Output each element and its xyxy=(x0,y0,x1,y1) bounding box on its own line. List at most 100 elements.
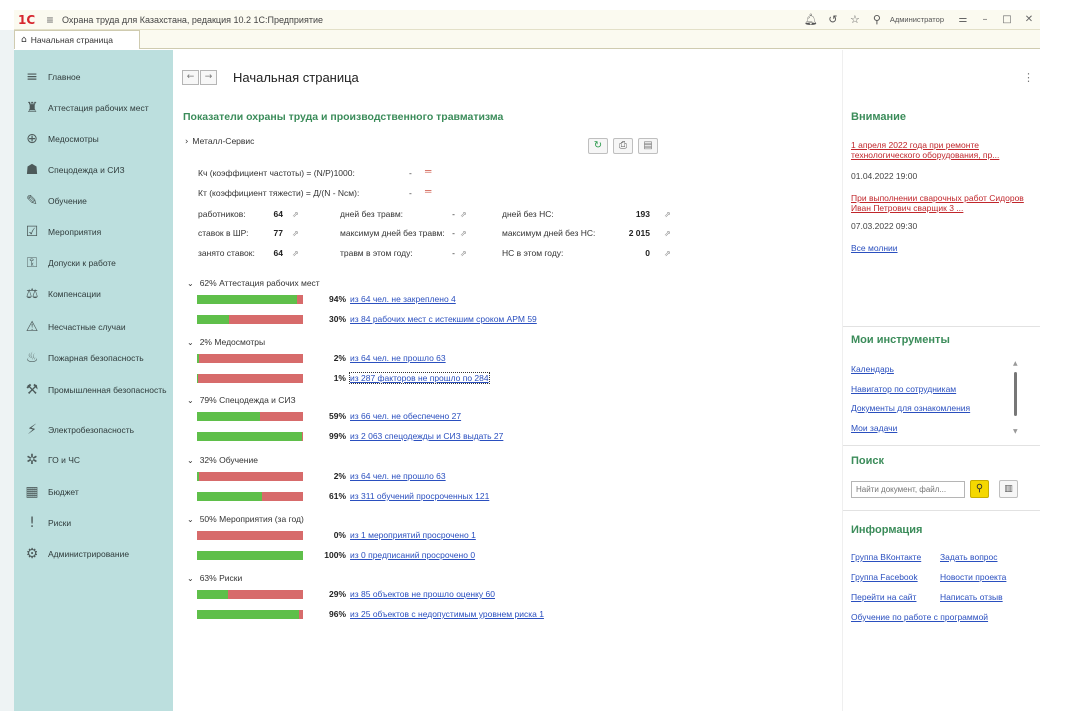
link-icon[interactable]: ⇗ xyxy=(664,210,671,219)
sidebar-item[interactable]: ✎ Обучение xyxy=(14,186,173,216)
indicator-link[interactable]: из 84 рабочих мест с истекшим сроком АРМ… xyxy=(350,314,537,324)
indicator-link[interactable]: из 85 объектов не прошло оценку 60 xyxy=(350,589,495,599)
info-link-training[interactable]: Обучение по работе с программой xyxy=(851,612,988,622)
window-title: Охрана труда для Казахстана, редакция 10… xyxy=(62,14,323,25)
info-link-review[interactable]: Написать отзыв xyxy=(940,592,1003,602)
search-input[interactable] xyxy=(851,481,965,498)
group-header[interactable]: ⌄ 79% Спецодежда и СИЗ xyxy=(187,395,296,405)
link-icon[interactable]: ⇗ xyxy=(292,249,299,258)
barcode-button[interactable]: ▥ xyxy=(999,480,1018,498)
link-icon[interactable]: ⇗ xyxy=(292,210,299,219)
chevron-right-icon: › xyxy=(185,137,189,147)
alert-link[interactable]: 1 апреля 2022 года при ремонте технологи… xyxy=(851,140,1031,160)
sidebar-item[interactable]: ✲ ГО и ЧС xyxy=(14,445,173,475)
scroll-up-icon[interactable]: ▲ xyxy=(1013,360,1018,367)
indicator-link[interactable]: из 2 063 спецодежды и СИЗ выдать 27 xyxy=(350,431,503,441)
info-link-ask[interactable]: Задать вопрос xyxy=(940,552,998,562)
progress-bar xyxy=(197,374,303,383)
link-icon[interactable]: ⇗ xyxy=(292,229,299,238)
scroll-thumb[interactable] xyxy=(1014,372,1017,416)
link-icon[interactable]: ⇗ xyxy=(460,210,467,219)
tool-link-tasks[interactable]: Мои задачи xyxy=(851,423,897,433)
worker-icon: ♜ xyxy=(25,100,39,116)
group-header[interactable]: ⌄ 63% Риски xyxy=(187,573,242,583)
section-separator xyxy=(843,510,1040,511)
stat-label: максимум дней без НС: xyxy=(502,228,596,238)
all-alerts-link[interactable]: Все молнии xyxy=(851,243,898,253)
chevron-down-icon: ⌄ xyxy=(187,515,194,524)
indicator-link[interactable]: из 66 чел. не обеспечено 27 xyxy=(350,411,461,421)
tools-scrollbar[interactable]: ▲ ▼ xyxy=(1013,360,1019,436)
progress-fill xyxy=(197,590,228,599)
scroll-down-icon[interactable]: ▼ xyxy=(1013,428,1018,435)
indicator-link[interactable]: из 287 факторов не прошло по 284 xyxy=(349,372,490,384)
chevron-down-icon: ⌄ xyxy=(187,279,194,288)
sidebar-item[interactable]: ⚠ Несчастные случаи xyxy=(14,312,173,342)
indicator-link[interactable]: из 311 обучений просроченных 121 xyxy=(350,491,489,501)
sidebar-item[interactable]: ≡ Главное xyxy=(14,62,173,92)
group-header[interactable]: ⌄ 62% Аттестация рабочих мест xyxy=(187,278,320,288)
indicator-link[interactable]: из 0 предписаний просрочено 0 xyxy=(350,550,475,560)
sidebar-item[interactable]: ⊕ Медосмотры xyxy=(14,124,173,154)
tool-link-calendar[interactable]: Календарь xyxy=(851,364,894,374)
search-button[interactable]: ⚲ xyxy=(970,480,989,498)
sidebar-item-label: Обучение xyxy=(48,196,87,206)
sidebar-item[interactable]: ☑ Мероприятия xyxy=(14,217,173,247)
tab-home[interactable]: ⌂ Начальная страница xyxy=(14,30,140,49)
group-header[interactable]: ⌄ 32% Обучение xyxy=(187,455,258,465)
edit-icon[interactable]: ═ xyxy=(425,166,431,176)
sidebar-item[interactable]: ♨ Пожарная безопасность xyxy=(14,343,173,373)
sidebar-item[interactable]: ! Риски xyxy=(14,508,173,538)
sidebar-item[interactable]: ⚡ Электробезопасность xyxy=(14,415,173,445)
indicator-link[interactable]: из 25 объектов с недопустимым уровнем ри… xyxy=(350,609,544,619)
tool-link-navigator[interactable]: Навигатор по сотрудникам xyxy=(851,384,956,394)
sidebar-item[interactable]: ⚙ Администрирование xyxy=(14,539,173,569)
sidebar-item[interactable]: ▦ Бюджет xyxy=(14,477,173,507)
star-icon[interactable]: ☆ xyxy=(844,13,866,26)
organization-selector[interactable]: › Металл-Сервис xyxy=(185,136,254,147)
info-link-news[interactable]: Новости проекта xyxy=(940,572,1006,582)
sidebar-item[interactable]: ⚖ Компенсации xyxy=(14,279,173,309)
coefficient-value: - xyxy=(409,188,412,198)
maximize-icon[interactable]: □ xyxy=(996,14,1018,25)
link-icon[interactable]: ⇗ xyxy=(664,249,671,258)
link-icon[interactable]: ⇗ xyxy=(460,249,467,258)
link-icon[interactable]: ⇗ xyxy=(460,229,467,238)
sidebar-item[interactable]: ♜ Аттестация рабочих мест xyxy=(14,93,173,123)
indicator-link[interactable]: из 64 чел. не закреплено 4 xyxy=(350,294,456,304)
group-header[interactable]: ⌄ 2% Медосмотры xyxy=(187,337,265,347)
indicator-link[interactable]: из 1 мероприятий просрочено 1 xyxy=(350,530,476,540)
edit-icon[interactable]: ═ xyxy=(425,186,431,196)
indicator-link[interactable]: из 64 чел. не прошло 63 xyxy=(350,353,446,363)
calculator-button[interactable]: ▤ xyxy=(638,138,658,154)
settings-menu-icon[interactable]: ⚌ xyxy=(952,14,974,25)
info-link-site[interactable]: Перейти на сайт xyxy=(851,592,916,602)
info-link-facebook[interactable]: Группа Facebook xyxy=(851,572,918,582)
tool-link-documents[interactable]: Документы для ознакомления xyxy=(851,403,970,413)
search-icon[interactable]: ⚲ xyxy=(866,13,888,26)
print-button[interactable]: ⎙ xyxy=(613,138,633,154)
indicator-link[interactable]: из 64 чел. не прошло 63 xyxy=(350,471,446,481)
minimize-icon[interactable]: – xyxy=(974,14,996,25)
refresh-button[interactable]: ↻ xyxy=(588,138,608,154)
group-header[interactable]: ⌄ 50% Мероприятия (за год) xyxy=(187,514,304,524)
stat-label: травм в этом году: xyxy=(340,248,413,258)
progress-percent: 2% xyxy=(333,353,346,363)
close-icon[interactable]: ✕ xyxy=(1018,14,1040,25)
link-icon[interactable]: ⇗ xyxy=(664,229,671,238)
info-link-vk[interactable]: Группа ВКонтакте xyxy=(851,552,921,562)
history-icon[interactable]: ↺ xyxy=(822,13,844,26)
forward-button[interactable]: → xyxy=(200,69,217,85)
more-options-icon[interactable]: ⋮ xyxy=(1023,71,1034,84)
main-menu-icon[interactable]: ≡ xyxy=(42,13,58,27)
stat-value: 193 xyxy=(635,209,650,219)
sidebar-item[interactable]: ☗ Спецодежда и СИЗ xyxy=(14,155,173,185)
bell-icon[interactable]: 🔔︎ xyxy=(800,13,822,26)
current-user[interactable]: Администратор xyxy=(890,15,944,24)
sidebar-item[interactable]: ⚒ Промышленная безопасность xyxy=(14,375,173,405)
sidebar-item[interactable]: ⚿ Допуски к работе xyxy=(14,248,173,278)
progress-percent: 59% xyxy=(328,411,346,421)
back-button[interactable]: ← xyxy=(182,69,199,85)
alert-link[interactable]: При выполнении сварочных работ Сидоров И… xyxy=(851,193,1031,213)
search-title: Поиск xyxy=(851,455,885,467)
